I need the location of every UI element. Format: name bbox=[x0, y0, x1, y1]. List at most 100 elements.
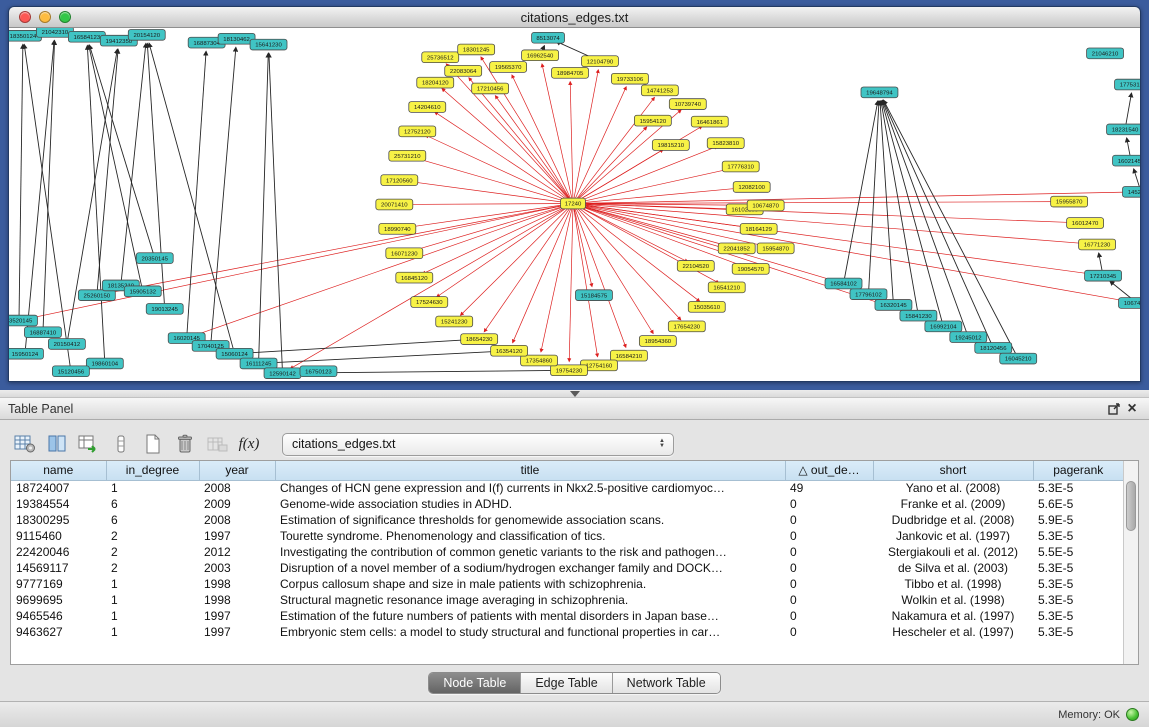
graph-edge[interactable] bbox=[19, 45, 23, 321]
graph-node[interactable]: 18204120 bbox=[417, 77, 454, 88]
graph-edge[interactable] bbox=[244, 339, 480, 353]
column-header-name[interactable]: name bbox=[11, 461, 106, 480]
graph-node[interactable]: 16845120 bbox=[396, 272, 433, 283]
graph-edge[interactable] bbox=[542, 64, 573, 204]
cell-in_degree[interactable]: 2 bbox=[106, 528, 199, 544]
network-canvas[interactable]: 1724025736512183012451956537016962540189… bbox=[9, 28, 1140, 381]
tab-edge-table[interactable]: Edge Table bbox=[520, 673, 611, 693]
graph-node[interactable]: 15120456 bbox=[52, 366, 89, 377]
table-row[interactable]: 1830029562008Estimation of significance … bbox=[11, 512, 1123, 528]
graph-node[interactable]: 12104790 bbox=[581, 56, 618, 67]
graph-node[interactable]: 20350145 bbox=[136, 253, 173, 264]
cell-year[interactable]: 2012 bbox=[199, 544, 275, 560]
graph-node[interactable]: 18120456 bbox=[975, 342, 1012, 353]
cell-in_degree[interactable]: 1 bbox=[106, 608, 199, 624]
graph-node[interactable]: 18301245 bbox=[458, 44, 495, 55]
cell-pagerank[interactable]: 5.3E-5 bbox=[1033, 608, 1123, 624]
graph-node[interactable]: 14520310 bbox=[1123, 186, 1140, 197]
cell-pagerank[interactable]: 5.5E-5 bbox=[1033, 544, 1123, 560]
graph-edge[interactable] bbox=[259, 53, 269, 363]
graph-node[interactable]: 15841230 bbox=[900, 310, 937, 321]
graph-node[interactable]: 16320145 bbox=[875, 300, 912, 311]
graph-node[interactable]: 8513074 bbox=[532, 32, 565, 43]
table-row[interactable]: 1456911722003Disruption of a novel membe… bbox=[11, 560, 1123, 576]
cell-title[interactable]: Estimation of significance thresholds fo… bbox=[275, 512, 785, 528]
cell-short[interactable]: Wolkin et al. (1998) bbox=[873, 592, 1033, 608]
graph-node[interactable]: 25736512 bbox=[422, 52, 459, 63]
graph-node[interactable]: 16071230 bbox=[386, 248, 423, 259]
cell-title[interactable]: Structural magnetic resonance image aver… bbox=[275, 592, 785, 608]
splitter-arrow-icon[interactable] bbox=[570, 391, 580, 397]
graph-node[interactable]: 21046210 bbox=[1087, 48, 1124, 59]
function-builder-icon[interactable]: f(x) bbox=[236, 431, 262, 457]
graph-node[interactable]: 20150412 bbox=[48, 339, 85, 350]
graph-node[interactable]: 16771230 bbox=[1079, 239, 1116, 250]
column-header-short[interactable]: short bbox=[873, 461, 1033, 480]
cell-short[interactable]: Hescheler et al. (1997) bbox=[873, 624, 1033, 640]
graph-node[interactable]: 15955870 bbox=[1051, 196, 1088, 207]
cell-out_degree[interactable]: 0 bbox=[785, 512, 873, 528]
graph-edge[interactable] bbox=[211, 47, 236, 345]
graph-edge[interactable] bbox=[573, 127, 647, 203]
cell-in_degree[interactable]: 6 bbox=[106, 512, 199, 528]
graph-edge[interactable] bbox=[269, 53, 283, 373]
cell-in_degree[interactable]: 1 bbox=[106, 480, 199, 496]
graph-node[interactable]: 17210456 bbox=[472, 83, 509, 94]
scrollbar-thumb[interactable] bbox=[1126, 481, 1136, 531]
graph-node[interactable]: 25731210 bbox=[389, 150, 426, 161]
graph-edge[interactable] bbox=[541, 204, 573, 352]
graph-node[interactable]: 19245012 bbox=[950, 332, 987, 343]
graph-node[interactable]: 10739740 bbox=[669, 99, 706, 110]
cell-in_degree[interactable]: 1 bbox=[106, 576, 199, 592]
graph-node[interactable]: 16584102 bbox=[825, 278, 862, 289]
graph-node[interactable]: 14204610 bbox=[409, 102, 446, 113]
graph-node[interactable]: 18654230 bbox=[461, 334, 498, 345]
cell-title[interactable]: Changes of HCN gene expression and I(f) … bbox=[275, 480, 785, 496]
graph-node[interactable]: 19733106 bbox=[611, 73, 648, 84]
cell-name[interactable]: 18300295 bbox=[11, 512, 106, 528]
cell-short[interactable]: Nakamura et al. (1997) bbox=[873, 608, 1033, 624]
close-window-icon[interactable] bbox=[19, 11, 31, 23]
tab-network-table[interactable]: Network Table bbox=[612, 673, 720, 693]
graph-edge[interactable] bbox=[573, 70, 598, 204]
float-panel-icon[interactable] bbox=[1105, 401, 1123, 417]
vertical-scrollbar[interactable] bbox=[1123, 461, 1138, 664]
window-titlebar[interactable]: citations_edges.txt bbox=[9, 7, 1140, 28]
graph-edge[interactable] bbox=[512, 75, 573, 204]
cell-name[interactable]: 14569117 bbox=[11, 560, 106, 576]
cell-year[interactable]: 1998 bbox=[199, 592, 275, 608]
graph-edge[interactable] bbox=[573, 204, 1088, 244]
select-rows-icon[interactable] bbox=[108, 431, 134, 457]
zoom-window-icon[interactable] bbox=[59, 11, 71, 23]
cell-pagerank[interactable]: 5.3E-5 bbox=[1033, 528, 1123, 544]
tab-node-table[interactable]: Node Table bbox=[429, 673, 520, 693]
graph-node[interactable]: 19013245 bbox=[146, 303, 183, 314]
cell-pagerank[interactable]: 5.3E-5 bbox=[1033, 592, 1123, 608]
graph-node[interactable]: 15060124 bbox=[216, 348, 253, 359]
cell-year[interactable]: 1998 bbox=[199, 576, 275, 592]
cell-in_degree[interactable]: 2 bbox=[106, 544, 199, 560]
cell-year[interactable]: 2008 bbox=[199, 512, 275, 528]
cell-out_degree[interactable]: 0 bbox=[785, 576, 873, 592]
graph-node[interactable]: 15950124 bbox=[9, 348, 43, 359]
cell-out_degree[interactable]: 0 bbox=[785, 592, 873, 608]
cell-title[interactable]: Investigating the contribution of common… bbox=[275, 544, 785, 560]
graph-node[interactable]: 19565370 bbox=[490, 62, 527, 73]
graph-edge[interactable] bbox=[290, 204, 573, 369]
graph-node[interactable]: 15035610 bbox=[688, 302, 725, 313]
cell-title[interactable]: Corpus callosum shape and size in male p… bbox=[275, 576, 785, 592]
cell-in_degree[interactable]: 1 bbox=[106, 624, 199, 640]
table-row[interactable]: 946554611997Estimation of the future num… bbox=[11, 608, 1123, 624]
cell-name[interactable]: 22420046 bbox=[11, 544, 106, 560]
show-columns-icon[interactable] bbox=[44, 431, 70, 457]
cell-year[interactable]: 1997 bbox=[199, 608, 275, 624]
graph-node[interactable]: 14741253 bbox=[641, 85, 678, 96]
graph-node[interactable]: 16354120 bbox=[491, 345, 528, 356]
cell-title[interactable]: Tourette syndrome. Phenomenology and cla… bbox=[275, 528, 785, 544]
cell-out_degree[interactable]: 0 bbox=[785, 624, 873, 640]
graph-edge[interactable] bbox=[87, 46, 104, 364]
graph-node[interactable]: 25260150 bbox=[78, 290, 115, 301]
graph-node[interactable]: 17210345 bbox=[1085, 270, 1122, 281]
table-options-icon[interactable] bbox=[12, 431, 38, 457]
cell-year[interactable]: 2008 bbox=[199, 480, 275, 496]
